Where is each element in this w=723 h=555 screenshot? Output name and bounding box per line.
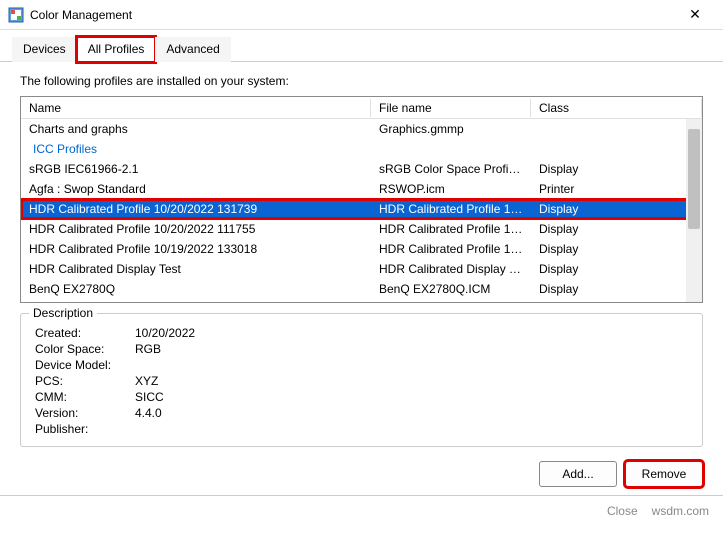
table-row[interactable]: HDR Calibrated Profile 10/20/2022 111755… (21, 219, 702, 239)
colorspace-value: RGB (135, 342, 161, 356)
close-button[interactable]: Close (607, 504, 638, 518)
cmm-label: CMM: (35, 390, 135, 404)
description-group: Description Created:10/20/2022 Color Spa… (20, 313, 703, 447)
col-header-name[interactable]: Name (21, 99, 371, 117)
remove-button[interactable]: Remove (625, 461, 703, 487)
version-value: 4.4.0 (135, 406, 162, 420)
tab-advanced[interactable]: Advanced (155, 37, 230, 62)
app-icon (8, 7, 24, 23)
footer: Close wsdm.com (0, 495, 723, 526)
table-row[interactable]: BenQ EX2780Q BenQ EX2780Q.ICM Display (21, 279, 702, 299)
close-icon[interactable]: ✕ (675, 6, 715, 23)
pcs-label: PCS: (35, 374, 135, 388)
cmm-value: SICC (135, 390, 164, 404)
list-header: Name File name Class (21, 97, 702, 119)
add-button[interactable]: Add... (539, 461, 617, 487)
table-row-selected[interactable]: HDR Calibrated Profile 10/20/2022 131739… (21, 199, 702, 219)
table-row[interactable]: Charts and graphs Graphics.gmmp (21, 119, 702, 139)
col-header-class[interactable]: Class (531, 99, 702, 117)
window-title: Color Management (30, 8, 675, 22)
pcs-value: XYZ (135, 374, 158, 388)
table-row[interactable]: HDR Calibrated Display Test HDR Calibrat… (21, 259, 702, 279)
table-row[interactable]: HDR Calibrated Profile 10/19/2022 133018… (21, 239, 702, 259)
instruction-text: The following profiles are installed on … (20, 74, 703, 88)
col-header-file[interactable]: File name (371, 99, 531, 117)
created-value: 10/20/2022 (135, 326, 195, 340)
tab-devices[interactable]: Devices (12, 37, 77, 62)
title-bar: Color Management ✕ (0, 0, 723, 30)
scrollbar[interactable] (686, 119, 702, 302)
description-legend: Description (29, 306, 97, 320)
table-row[interactable]: sRGB IEC61966-2.1 sRGB Color Space Profi… (21, 159, 702, 179)
created-label: Created: (35, 326, 135, 340)
watermark: wsdm.com (652, 504, 709, 518)
tab-all-profiles[interactable]: All Profiles (77, 37, 156, 62)
publisher-label: Publisher: (35, 422, 135, 436)
colorspace-label: Color Space: (35, 342, 135, 356)
tab-strip: Devices All Profiles Advanced (0, 30, 723, 62)
table-row[interactable]: Agfa : Swop Standard RSWOP.icm Printer (21, 179, 702, 199)
version-label: Version: (35, 406, 135, 420)
profile-list: Name File name Class Charts and graphs G… (20, 96, 703, 303)
group-icc-profiles: ICC Profiles (21, 139, 702, 159)
scrollbar-thumb[interactable] (688, 129, 700, 229)
devicemodel-label: Device Model: (35, 358, 135, 372)
